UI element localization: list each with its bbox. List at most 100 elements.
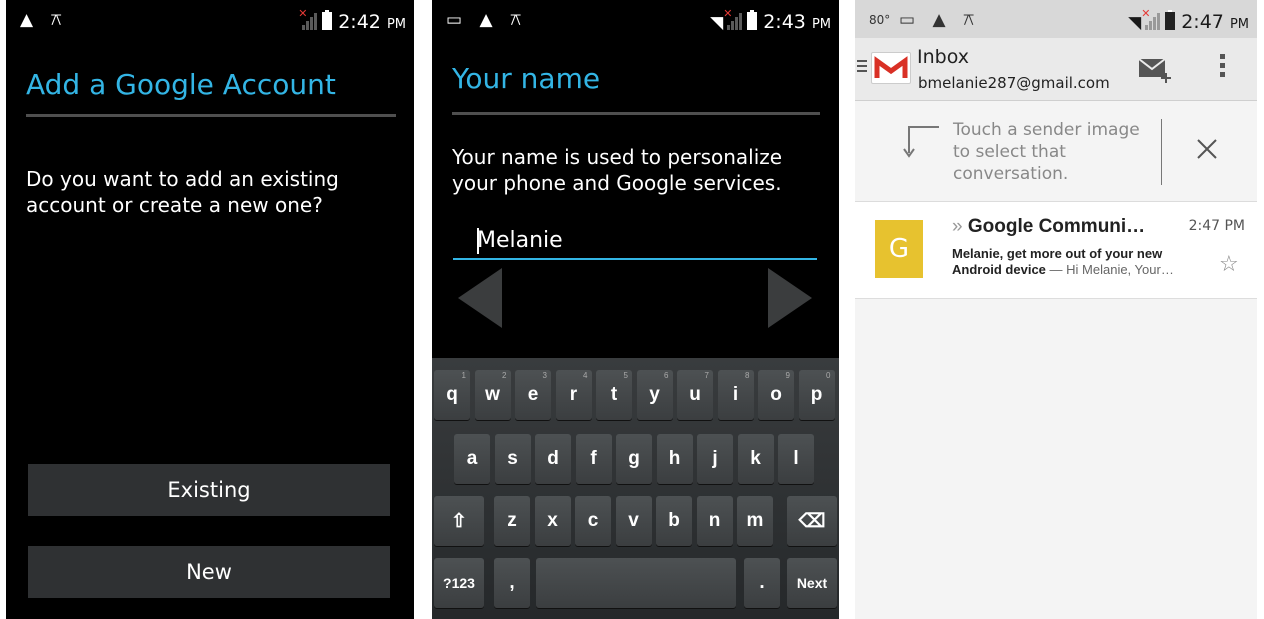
back-arrow-icon[interactable] <box>458 268 502 328</box>
space-key[interactable] <box>536 558 736 608</box>
key-q[interactable]: q1 <box>434 370 470 420</box>
add-account-screen: ▲ ⚻ ✕ 2:42 PM Add a Google Account Do you… <box>6 0 414 619</box>
subject-line-1: Melanie, get more out of your new <box>952 246 1163 261</box>
signal-icon: ✕ <box>298 7 318 30</box>
key-label: y <box>649 384 660 405</box>
shift-icon[interactable]: ⇧ <box>434 496 484 546</box>
battery-icon <box>322 10 333 30</box>
battery-icon <box>747 10 758 30</box>
page-title: Your name <box>452 62 601 95</box>
key-f[interactable]: f <box>575 434 612 484</box>
title-divider <box>26 114 396 117</box>
wifi-icon: ◥ <box>710 13 724 33</box>
existing-button[interactable]: Existing <box>28 464 390 516</box>
key-alt-label: 1 <box>461 371 466 380</box>
on-screen-keyboard: q1w2e3r4t5y6u7i8o9p0 asdfghjkl ⇧ z x c v b n m ⌫… <box>432 358 839 619</box>
account-email: bmelanie287@gmail.com <box>918 74 1110 92</box>
name-input[interactable]: Melanie <box>453 212 817 260</box>
dismiss-tip-icon[interactable] <box>1195 137 1219 165</box>
key-v[interactable]: v <box>615 496 652 546</box>
key-alt-label: 6 <box>664 371 669 380</box>
status-ampm: PM <box>1229 17 1249 32</box>
new-button[interactable]: New <box>28 546 390 598</box>
gmail-logo-icon[interactable] <box>871 52 911 84</box>
status-right: ✕ 2:42 PM <box>298 7 406 33</box>
key-z[interactable]: z <box>494 496 530 546</box>
status-right: ◥ ✕ 2:47 PM <box>1128 7 1249 33</box>
key-label: u <box>689 384 701 405</box>
key-b[interactable]: b <box>656 496 692 546</box>
text-caret <box>477 228 479 254</box>
message-time: 2:47 PM <box>1188 218 1245 234</box>
key-label: r <box>569 384 578 405</box>
title-divider <box>452 112 820 115</box>
key-d[interactable]: d <box>535 434 571 484</box>
name-input-value: Melanie <box>477 228 563 253</box>
key-e[interactable]: e3 <box>515 370 551 420</box>
key-alt-label: 8 <box>745 371 750 380</box>
key-a[interactable]: a <box>454 434 490 484</box>
sender-avatar[interactable]: G <box>875 220 923 278</box>
key-g[interactable]: g <box>616 434 652 484</box>
notification-icons: ▭ ▲ ⚻ <box>446 10 528 30</box>
signal-icon: ✕ <box>1141 7 1161 30</box>
status-time: 2:43 <box>763 11 806 33</box>
key-label: q <box>446 384 458 405</box>
key-r[interactable]: r4 <box>555 370 592 420</box>
key-label: o <box>770 384 782 405</box>
your-name-screen: ▭ ▲ ⚻ ◥ ✕ 2:43 PM Your name Your name is u… <box>432 0 839 619</box>
key-y[interactable]: y6 <box>636 370 673 420</box>
notification-icons: ▲ ⚻ <box>20 10 68 30</box>
star-icon[interactable]: ☆ <box>1219 252 1239 277</box>
key-k[interactable]: k <box>737 434 774 484</box>
gmail-inbox-screen: 80° ▭ ▲ ⚻ ◥ ✕ 2:47 PM Inbox bmelanie287@gm… <box>855 0 1257 619</box>
page-title: Add a Google Account <box>26 68 336 101</box>
wifi-icon: ◥ <box>1128 13 1142 33</box>
key-alt-label: 7 <box>704 371 709 380</box>
signal-icon: ✕ <box>723 7 743 30</box>
conversation-item[interactable]: G » Google Communi… 2:47 PM Melanie, get… <box>855 202 1257 299</box>
status-ampm: PM <box>811 17 831 32</box>
compose-icon[interactable] <box>1138 56 1172 83</box>
sender-name: Google Communi… <box>967 216 1146 237</box>
key-alt-label: 9 <box>785 371 790 380</box>
symbols-key[interactable]: ?123 <box>434 558 484 608</box>
status-bar: ▭ ▲ ⚻ ◥ ✕ 2:43 PM <box>432 0 839 42</box>
key-o[interactable]: o9 <box>758 370 794 420</box>
inbox-title: Inbox <box>917 46 969 68</box>
period-key[interactable]: . <box>744 558 780 608</box>
gmail-action-bar: Inbox bmelanie287@gmail.com <box>855 38 1257 101</box>
key-label: w <box>485 384 500 405</box>
status-right: ◥ ✕ 2:43 PM <box>710 7 831 33</box>
tip-arrow-icon <box>901 125 939 158</box>
avatar-letter: G <box>888 234 910 264</box>
sender-image-tip: Touch a sender image to select that conv… <box>855 101 1257 202</box>
key-t[interactable]: t5 <box>596 370 632 420</box>
key-h[interactable]: h <box>656 434 693 484</box>
subject-line-2: Android device <box>952 262 1046 277</box>
key-label: t <box>610 384 618 405</box>
key-s[interactable]: s <box>494 434 531 484</box>
menu-icon[interactable] <box>857 60 867 72</box>
key-label: e <box>527 384 539 405</box>
next-key[interactable]: Next <box>787 558 837 608</box>
status-bar: 80° ▭ ▲ ⚻ ◥ ✕ 2:47 PM <box>855 0 1257 42</box>
battery-icon <box>1165 10 1176 30</box>
key-i[interactable]: i8 <box>717 370 754 420</box>
overflow-menu-icon[interactable] <box>1220 54 1226 77</box>
key-w[interactable]: w2 <box>474 370 511 420</box>
tip-text: Touch a sender image to select that conv… <box>953 120 1140 184</box>
status-time: 2:42 <box>338 11 381 33</box>
comma-key[interactable]: , <box>494 558 530 608</box>
key-c[interactable]: c <box>575 496 611 546</box>
key-alt-label: 2 <box>502 371 507 380</box>
key-x[interactable]: x <box>534 496 571 546</box>
key-n[interactable]: n <box>696 496 733 546</box>
forward-arrow-icon[interactable] <box>768 268 812 328</box>
backspace-icon[interactable]: ⌫ <box>787 496 837 546</box>
key-u[interactable]: u7 <box>677 370 713 420</box>
key-l[interactable]: l <box>778 434 814 484</box>
key-m[interactable]: m <box>737 496 773 546</box>
key-p[interactable]: p0 <box>798 370 835 420</box>
key-j[interactable]: j <box>697 434 733 484</box>
